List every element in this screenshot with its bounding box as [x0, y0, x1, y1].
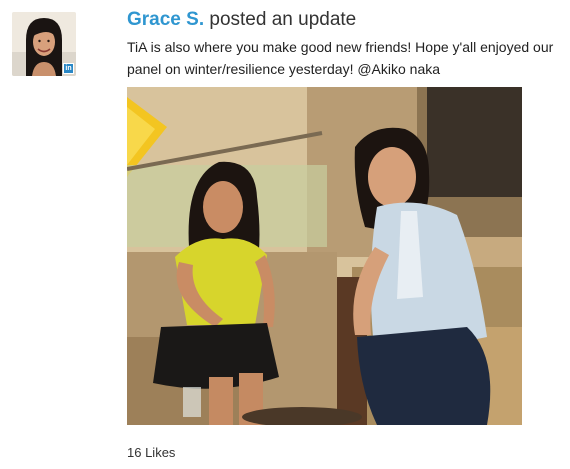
- post-photo-image: [127, 87, 522, 425]
- mention-link[interactable]: @Akiko naka: [357, 61, 440, 77]
- post-header: Grace S. posted an update: [127, 9, 356, 31]
- post-message: TiA is also where you make good new frie…: [127, 36, 557, 80]
- post-message-text: TiA is also where you make good new frie…: [127, 39, 554, 77]
- likes-count-link[interactable]: 16 Likes: [127, 445, 175, 460]
- activity-post: in Grace S. posted an update TiA is also…: [0, 0, 570, 469]
- author-avatar[interactable]: in: [12, 12, 76, 76]
- author-name-link[interactable]: Grace S.: [127, 9, 204, 30]
- linkedin-badge-icon: in: [63, 63, 74, 74]
- post-action-text: posted an update: [209, 9, 357, 30]
- post-photo[interactable]: [127, 87, 522, 425]
